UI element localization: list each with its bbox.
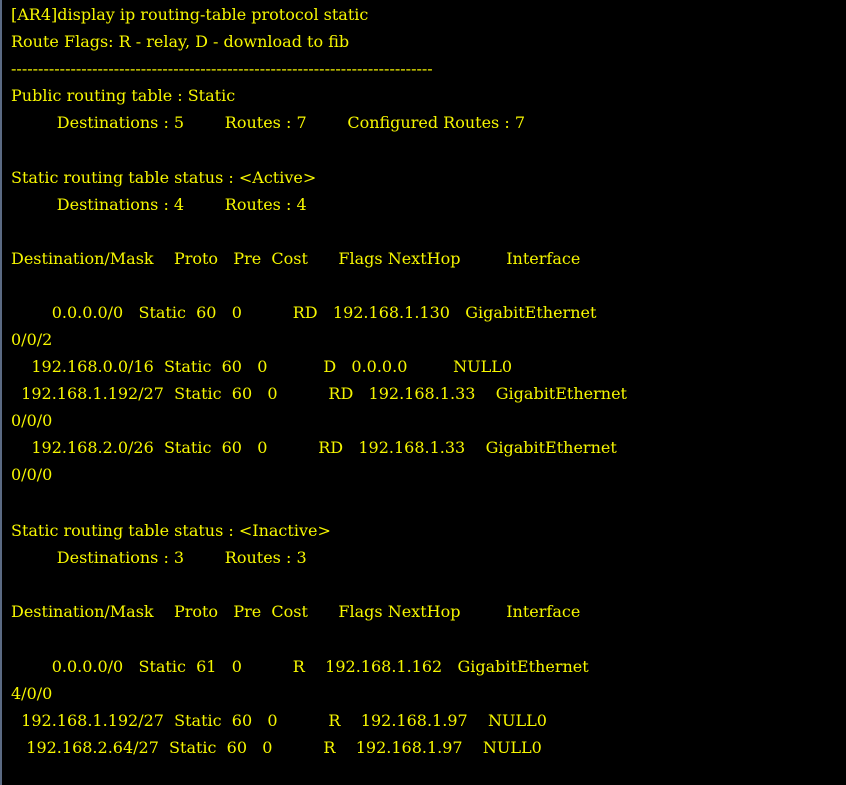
table-row-wrap: 4/0/0 — [11, 684, 53, 703]
table-row: 192.168.2.64/27 Static 60 0 R 192.168.1.… — [11, 738, 542, 757]
separator-line: ----------------------------------------… — [11, 59, 433, 78]
command-line: [AR4]display ip routing-table protocol s… — [11, 5, 369, 24]
active-summary: Destinations : 4 Routes : 4 — [11, 195, 307, 214]
table-row: 192.168.2.0/26 Static 60 0 RD 192.168.1.… — [11, 438, 617, 457]
table-row: 192.168.1.192/27 Static 60 0 R 192.168.1… — [11, 711, 547, 730]
table-row: 0.0.0.0/0 Static 60 0 RD 192.168.1.130 G… — [11, 303, 597, 322]
inactive-table-header: Destination/Mask Proto Pre Cost Flags Ne… — [11, 602, 581, 621]
active-status-heading: Static routing table status : <Active> — [11, 168, 317, 187]
table-row: 0.0.0.0/0 Static 61 0 R 192.168.1.162 Gi… — [11, 657, 589, 676]
inactive-summary: Destinations : 3 Routes : 3 — [11, 548, 307, 567]
active-table-header: Destination/Mask Proto Pre Cost Flags Ne… — [11, 249, 581, 268]
table-row-wrap: 0/0/0 — [11, 411, 53, 430]
terminal-window[interactable]: [AR4]display ip routing-table protocol s… — [0, 0, 846, 785]
table-row-wrap: 0/0/2 — [11, 330, 53, 349]
window-left-border — [0, 0, 2, 785]
table-row: 192.168.0.0/16 Static 60 0 D 0.0.0.0 NUL… — [11, 357, 513, 376]
inactive-status-heading: Static routing table status : <Inactive> — [11, 521, 331, 540]
table-row: 192.168.1.192/27 Static 60 0 RD 192.168.… — [11, 384, 627, 403]
public-table-title: Public routing table : Static — [11, 86, 236, 105]
route-flags-legend: Route Flags: R - relay, D - download to … — [11, 32, 350, 51]
public-table-summary: Destinations : 5 Routes : 7 Configured R… — [11, 113, 525, 132]
table-row-wrap: 0/0/0 — [11, 465, 53, 484]
